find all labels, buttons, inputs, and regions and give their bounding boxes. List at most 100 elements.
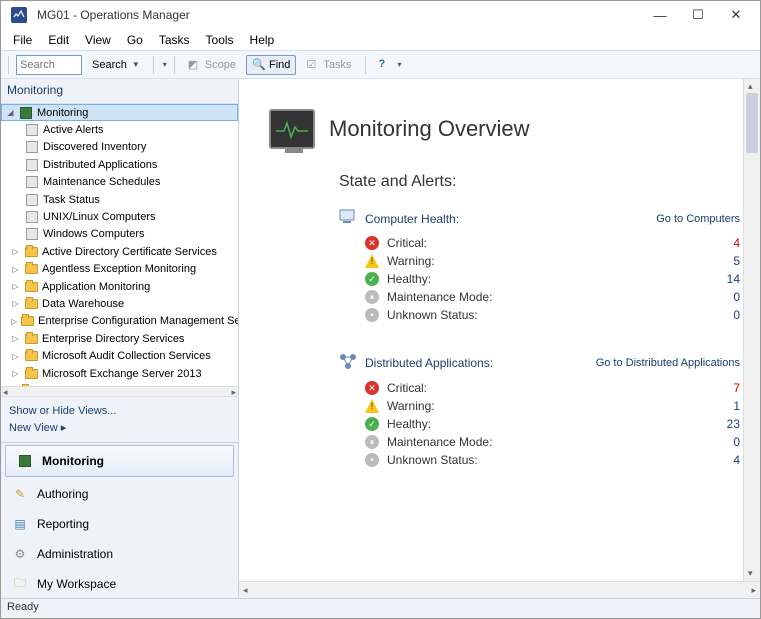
health-row-value: 5: [720, 254, 740, 268]
wunderbar: Monitoring ✎ Authoring ▤ Reporting ⚙ Adm…: [1, 442, 238, 599]
expander-icon[interactable]: ▷: [11, 282, 20, 291]
tree-root-monitoring[interactable]: ◢ Monitoring: [1, 104, 238, 121]
wunder-monitoring[interactable]: Monitoring: [5, 445, 234, 477]
wunder-my-workspace[interactable]: 🗀 My Workspace: [1, 569, 238, 599]
menu-tools[interactable]: Tools: [198, 31, 242, 49]
find-button[interactable]: 🔍 Find: [246, 55, 296, 75]
search-button[interactable]: Search ▼: [86, 56, 146, 74]
health-block: Distributed Applications:Go to Distribut…: [339, 352, 740, 469]
tree-label: Windows Computers: [43, 228, 144, 240]
wunder-label: My Workspace: [37, 577, 116, 591]
health-row-label: Maintenance Mode:: [387, 290, 492, 304]
show-hide-views-link[interactable]: Show or Hide Views...: [9, 403, 230, 419]
wunder-label: Administration: [37, 547, 113, 561]
tree-label: Agentless Exception Monitoring: [42, 263, 196, 275]
help-button[interactable]: ? ▾: [373, 55, 408, 75]
tasks-label: Tasks: [323, 59, 351, 71]
tree-label: Application Monitoring: [42, 281, 150, 293]
health-block-link[interactable]: Go to Distributed Applications: [596, 357, 740, 369]
tasks-button[interactable]: ☑ Tasks: [300, 55, 357, 75]
expander-icon[interactable]: ▷: [11, 265, 20, 274]
computer-icon: [339, 209, 357, 228]
chevron-down-icon: ▼: [132, 60, 140, 69]
health-title-row: Computer Health:Go to Computers: [339, 209, 740, 228]
health-row-label: Warning:: [387, 254, 435, 268]
wunder-reporting[interactable]: ▤ Reporting: [1, 509, 238, 539]
status-text: Ready: [7, 601, 39, 613]
find-icon: 🔍: [252, 58, 266, 72]
maximize-button[interactable]: ☐: [688, 5, 708, 25]
minimize-button[interactable]: —: [650, 5, 670, 25]
tree-item[interactable]: Maintenance Schedules: [1, 174, 238, 191]
overflow-icon[interactable]: ▾: [163, 60, 167, 69]
tasks-icon: ☑: [306, 58, 320, 72]
find-label: Find: [269, 59, 290, 71]
tree-label: Enterprise Configuration Management Serv…: [38, 315, 238, 327]
monitor-heartbeat-icon: [269, 109, 315, 149]
nav-tree[interactable]: ◢ Monitoring Active Alerts Discovered Inv…: [1, 104, 238, 388]
view-icon: [25, 227, 39, 241]
toolbar: Search ▼ ▾ ◩ Scope 🔍 Find ☑ Tasks ? ▾: [1, 51, 760, 79]
tree-item[interactable]: Task Status: [1, 191, 238, 208]
health-row: ⏸Maintenance Mode:0: [339, 288, 740, 306]
authoring-icon: ✎: [11, 485, 29, 503]
tree-label: Data Warehouse: [42, 298, 124, 310]
wunder-administration[interactable]: ⚙ Administration: [1, 539, 238, 569]
overview-header: Monitoring Overview: [269, 109, 740, 149]
menu-tasks[interactable]: Tasks: [151, 31, 198, 49]
health-row-label: Unknown Status:: [387, 453, 478, 467]
tree-folder[interactable]: ▷Enterprise Directory Services: [1, 330, 238, 347]
content-horizontal-scrollbar[interactable]: ◂▸: [239, 581, 760, 598]
menu-go[interactable]: Go: [119, 31, 151, 49]
view-icon: [25, 210, 39, 224]
scope-button[interactable]: ◩ Scope: [182, 55, 242, 75]
health-block-link[interactable]: Go to Computers: [656, 213, 740, 225]
folder-icon: [24, 297, 38, 311]
expander-icon[interactable]: ▷: [11, 299, 20, 308]
view-icon: [25, 158, 39, 172]
workspace-icon: 🗀: [11, 575, 29, 593]
expander-icon[interactable]: ▷: [11, 369, 20, 378]
critical-status-icon: ✕: [365, 236, 379, 250]
nav-links: Show or Hide Views... New View ▸: [1, 397, 238, 442]
tree-horizontal-scrollbar[interactable]: ◂▸: [1, 386, 238, 396]
tree-folder[interactable]: ▷Microsoft Exchange Server 2013: [1, 365, 238, 382]
new-view-link[interactable]: New View ▸: [9, 419, 230, 436]
health-row-value: 14: [720, 272, 740, 286]
menu-file[interactable]: File: [5, 31, 40, 49]
tree-label: Maintenance Schedules: [43, 176, 160, 188]
tree-folder[interactable]: ▷Active Directory Certificate Services: [1, 243, 238, 260]
health-row-label: Unknown Status:: [387, 308, 478, 322]
tree-folder[interactable]: ▷ Enterprise Configuration Management Ser…: [1, 313, 238, 330]
wunder-authoring[interactable]: ✎ Authoring: [1, 479, 238, 509]
unknown-status-icon: •: [365, 308, 379, 322]
tree-folder[interactable]: ▷Microsoft Audit Collection Services: [1, 347, 238, 364]
close-button[interactable]: ✕: [726, 5, 746, 25]
tree-item[interactable]: Discovered Inventory: [1, 139, 238, 156]
app-icon: [11, 7, 27, 23]
content-vertical-scrollbar[interactable]: [743, 79, 760, 581]
tree-item[interactable]: Active Alerts: [1, 121, 238, 138]
tree-label: Distributed Applications: [43, 159, 157, 171]
expander-icon[interactable]: ◢: [6, 108, 15, 117]
tree-folder[interactable]: ▷ Agentless Exception Monitoring: [1, 261, 238, 278]
menu-help[interactable]: Help: [242, 31, 283, 49]
tree-folder[interactable]: ▷ Data Warehouse: [1, 295, 238, 312]
menu-view[interactable]: View: [77, 31, 119, 49]
search-input[interactable]: [16, 55, 82, 75]
tree-item[interactable]: UNIX/Linux Computers: [1, 208, 238, 225]
expander-icon[interactable]: ▷: [11, 317, 17, 326]
folder-icon: [24, 245, 38, 259]
menu-edit[interactable]: Edit: [40, 31, 77, 49]
expander-icon[interactable]: ▷: [11, 247, 20, 256]
expander-icon[interactable]: ▷: [11, 334, 20, 343]
health-row-value: 1: [720, 399, 740, 413]
nav-header: Monitoring: [1, 79, 238, 103]
tree-folder[interactable]: ▷ Application Monitoring: [1, 278, 238, 295]
tree-label: Active Alerts: [43, 124, 104, 136]
tree-item[interactable]: Windows Computers: [1, 226, 238, 243]
tree-item[interactable]: Distributed Applications: [1, 156, 238, 173]
expander-icon[interactable]: ▷: [11, 352, 20, 361]
critical-status-icon: ✕: [365, 381, 379, 395]
health-row-label: Critical:: [387, 381, 427, 395]
